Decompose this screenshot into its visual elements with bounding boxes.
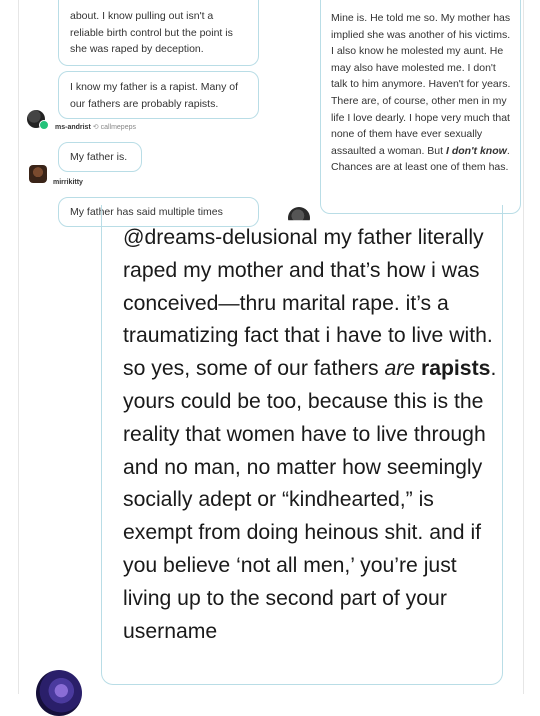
message-text: I know my father is a rapist. Many of ou… bbox=[70, 81, 239, 110]
reblog-source-username[interactable]: callmepeps bbox=[101, 124, 136, 131]
post-text: . yours could be too, because this is th… bbox=[123, 357, 497, 643]
message-bubble: Mine is. He told me so. My mother has im… bbox=[320, 0, 521, 214]
user-mention-link[interactable]: @dreams-delusional bbox=[123, 226, 318, 249]
message-text: Mine is. He told me so. My mother has im… bbox=[331, 12, 511, 157]
avatar[interactable] bbox=[29, 164, 47, 183]
username[interactable]: mirrikitty bbox=[53, 179, 83, 186]
user-row[interactable]: mirrikitty bbox=[29, 161, 83, 186]
emphasis-text: are bbox=[384, 357, 416, 381]
reply-post: @dreams-delusional my father literally r… bbox=[101, 205, 503, 685]
message-bubble: about. I know pulling out isn't a reliab… bbox=[58, 0, 259, 66]
user-row[interactable]: ms-andrist ⟲ callmepeps bbox=[27, 110, 136, 132]
message-text: about. I know pulling out isn't a reliab… bbox=[70, 10, 233, 55]
online-badge bbox=[39, 120, 49, 130]
avatar[interactable] bbox=[36, 670, 82, 716]
reblog-icon: ⟲ bbox=[92, 124, 99, 131]
emphasis-text: I don't know bbox=[445, 144, 507, 157]
username[interactable]: ms-andrist bbox=[55, 124, 91, 131]
bold-text: rapists bbox=[420, 357, 491, 381]
